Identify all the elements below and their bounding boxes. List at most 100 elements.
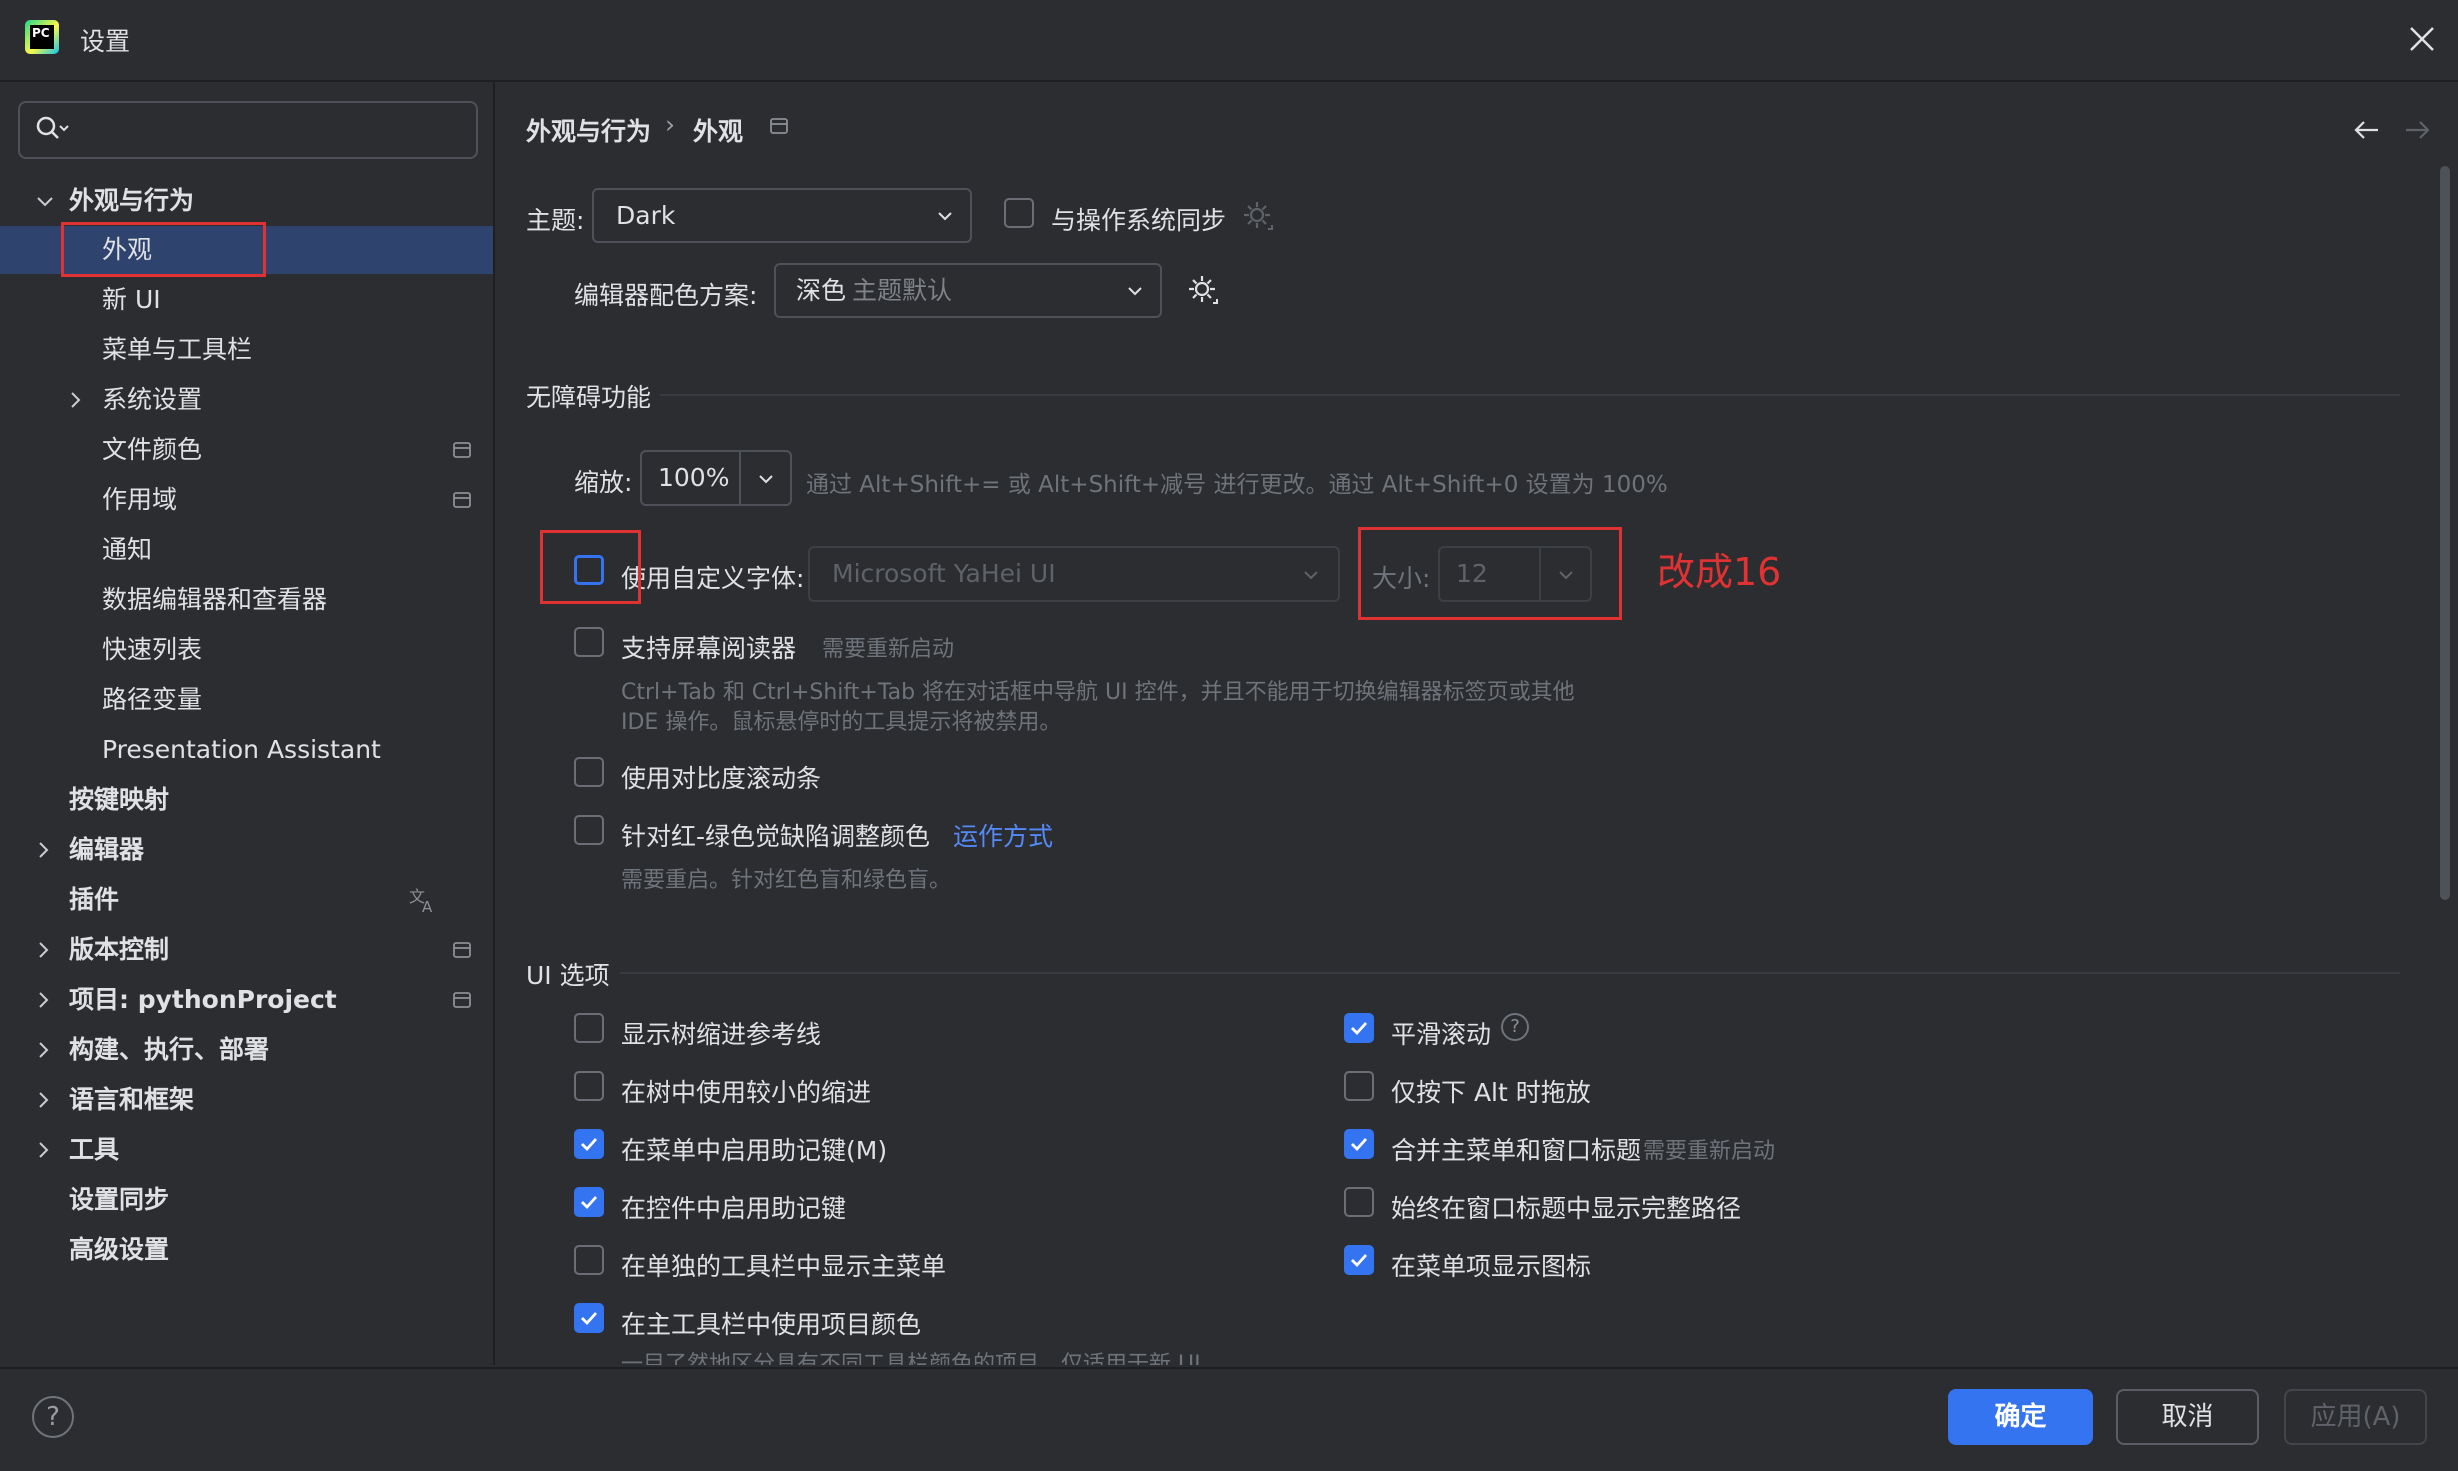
chevron-right-icon[interactable] [33, 940, 53, 960]
help-button[interactable]: ? [32, 1396, 74, 1438]
color-blind-hint: 需要重启。针对红色盲和绿色盲。 [621, 868, 952, 893]
gear-icon[interactable] [1241, 199, 1275, 233]
option-label: 在菜单中启用助记键(M) [621, 1136, 888, 1165]
drag-with-alt-checkbox[interactable] [1344, 1071, 1374, 1101]
editor-scheme-value-hint: 主题默认 [852, 276, 953, 305]
menu-icons-checkbox[interactable] [1344, 1245, 1374, 1275]
sidebar-item-project[interactable]: 项目: pythonProject [0, 976, 493, 1024]
sidebar-item-path-variables[interactable]: 路径变量 [0, 676, 493, 724]
chevron-right-icon[interactable] [33, 1140, 53, 1160]
back-arrow-icon[interactable] [2352, 118, 2380, 142]
full-path-title-checkbox[interactable] [1344, 1187, 1374, 1217]
theme-value: Dark [616, 201, 676, 230]
option-label: 平滑滚动 [1391, 1020, 1492, 1049]
gear-icon[interactable] [1186, 273, 1220, 307]
sidebar-item-presentation-assistant[interactable]: Presentation Assistant [0, 726, 493, 774]
sidebar-item-label: 作用域 [102, 485, 178, 514]
project-level-icon [453, 442, 471, 458]
breadcrumb-current: 外观 [693, 117, 744, 146]
separate-main-menu-checkbox[interactable] [574, 1245, 604, 1275]
chevron-down-icon [1304, 571, 1318, 580]
sidebar-item-plugins[interactable]: 插件 文 A [0, 876, 493, 924]
sidebar-item-menus-toolbars[interactable]: 菜单与工具栏 [0, 326, 493, 374]
sidebar-item-editor[interactable]: 编辑器 [0, 826, 493, 874]
checkmark-icon [581, 1138, 598, 1152]
option-label: 在单独的工具栏中显示主菜单 [621, 1252, 947, 1281]
smooth-scrolling-checkbox[interactable] [1344, 1013, 1374, 1043]
project-color-toolbar-checkbox[interactable] [574, 1303, 604, 1333]
help-circle-icon[interactable]: ? [1501, 1013, 1529, 1041]
sidebar-item-data-editor[interactable]: 数据编辑器和查看器 [0, 576, 493, 624]
tree-indent-guides-checkbox[interactable] [574, 1013, 604, 1043]
chevron-down-icon [1128, 287, 1142, 296]
translate-icon: 文 A [409, 887, 433, 914]
sidebar-item-version-control[interactable]: 版本控制 [0, 926, 493, 974]
sidebar-item-quick-lists[interactable]: 快速列表 [0, 626, 493, 674]
color-blind-checkbox[interactable] [574, 815, 604, 845]
breadcrumb-parent[interactable]: 外观与行为 [526, 112, 651, 148]
project-level-icon [453, 942, 471, 958]
sidebar-item-label: 版本控制 [69, 935, 170, 964]
zoom-hint: 通过 Alt+Shift+= 或 Alt+Shift+减号 进行更改。通过 Al… [806, 472, 1668, 498]
how-it-works-link[interactable]: 运作方式 [953, 817, 1053, 853]
apply-button[interactable]: 应用(A) [2284, 1389, 2427, 1445]
sidebar-item-file-colors[interactable]: 文件颜色 [0, 426, 493, 474]
chevron-down-icon [938, 212, 952, 221]
sidebar-item-build-execution-deployment[interactable]: 构建、执行、部署 [0, 1026, 493, 1074]
screen-reader-description: IDE 操作。鼠标悬停时的工具提示将被禁用。 [621, 710, 1062, 735]
editor-scheme-value: 深色 [796, 276, 847, 305]
chevron-down-icon[interactable] [35, 191, 55, 211]
sidebar-item-label: 系统设置 [102, 385, 203, 414]
vertical-scrollbar[interactable] [2440, 166, 2450, 900]
sidebar-item-label: 构建、执行、部署 [69, 1035, 270, 1064]
menu-mnemonics-checkbox[interactable] [574, 1129, 604, 1159]
sidebar-item-appearance-behavior[interactable]: 外观与行为 [0, 177, 493, 225]
control-mnemonics-checkbox[interactable] [574, 1187, 604, 1217]
sidebar-item-label: 文件颜色 [102, 435, 203, 464]
search-input[interactable] [18, 101, 478, 159]
theme-label: 主题: [526, 206, 585, 235]
sync-with-os-checkbox[interactable] [1004, 198, 1034, 228]
editor-scheme-dropdown[interactable]: 深色 主题默认 [774, 263, 1162, 318]
sidebar-item-system-settings[interactable]: 系统设置 [0, 376, 493, 424]
option-label: 显示树缩进参考线 [621, 1020, 822, 1049]
chevron-right-icon[interactable] [33, 1090, 53, 1110]
screen-reader-hint: 需要重新启动 [822, 637, 955, 662]
smaller-tree-indent-checkbox[interactable] [574, 1071, 604, 1101]
sidebar-item-scopes[interactable]: 作用域 [0, 476, 493, 524]
screen-reader-checkbox[interactable] [574, 627, 604, 657]
annotation-highlight-box [1358, 527, 1622, 620]
sidebar-item-new-ui[interactable]: 新 UI [0, 276, 493, 324]
chevron-right-icon[interactable] [33, 990, 53, 1010]
forward-arrow-icon[interactable] [2404, 118, 2432, 142]
chevron-down-icon [759, 475, 773, 484]
option-label: 始终在窗口标题中显示完整路径 [1391, 1194, 1742, 1223]
theme-dropdown[interactable]: Dark [592, 188, 972, 243]
sidebar-item-label: 工具 [69, 1135, 120, 1164]
sidebar-item-tools[interactable]: 工具 [0, 1126, 493, 1174]
sidebar-item-settings-sync[interactable]: 设置同步 [0, 1176, 493, 1224]
combo-divider [739, 452, 741, 504]
chevron-right-icon[interactable] [65, 390, 85, 410]
font-dropdown[interactable]: Microsoft YaHei UI [808, 546, 1340, 602]
sidebar-item-advanced-settings[interactable]: 高级设置 [0, 1226, 493, 1274]
ok-button[interactable]: 确定 [1948, 1389, 2093, 1445]
sidebar-item-label: 通知 [102, 535, 153, 564]
option-label: 在树中使用较小的缩进 [621, 1078, 872, 1107]
sidebar-item-keymap[interactable]: 按键映射 [0, 776, 493, 824]
window-title: 设置 [80, 27, 131, 56]
close-icon[interactable] [2405, 22, 2439, 56]
cancel-button[interactable]: 取消 [2116, 1389, 2259, 1445]
zoom-dropdown[interactable]: 100% [640, 450, 792, 506]
chevron-right-icon[interactable] [33, 1040, 53, 1060]
sidebar-item-label: 编辑器 [69, 835, 145, 864]
chevron-right-icon[interactable] [33, 840, 53, 860]
screen-reader-label: 支持屏幕阅读器 [621, 634, 797, 663]
option-label: 在控件中启用助记键 [621, 1194, 847, 1223]
sidebar-item-notifications[interactable]: 通知 [0, 526, 493, 574]
sidebar-item-languages-frameworks[interactable]: 语言和框架 [0, 1076, 493, 1124]
checkmark-icon [1351, 1254, 1368, 1268]
contrast-scrollbars-checkbox[interactable] [574, 757, 604, 787]
option-hint: 需要重新启动 [1643, 1139, 1776, 1164]
merge-menu-title-checkbox[interactable] [1344, 1129, 1374, 1159]
